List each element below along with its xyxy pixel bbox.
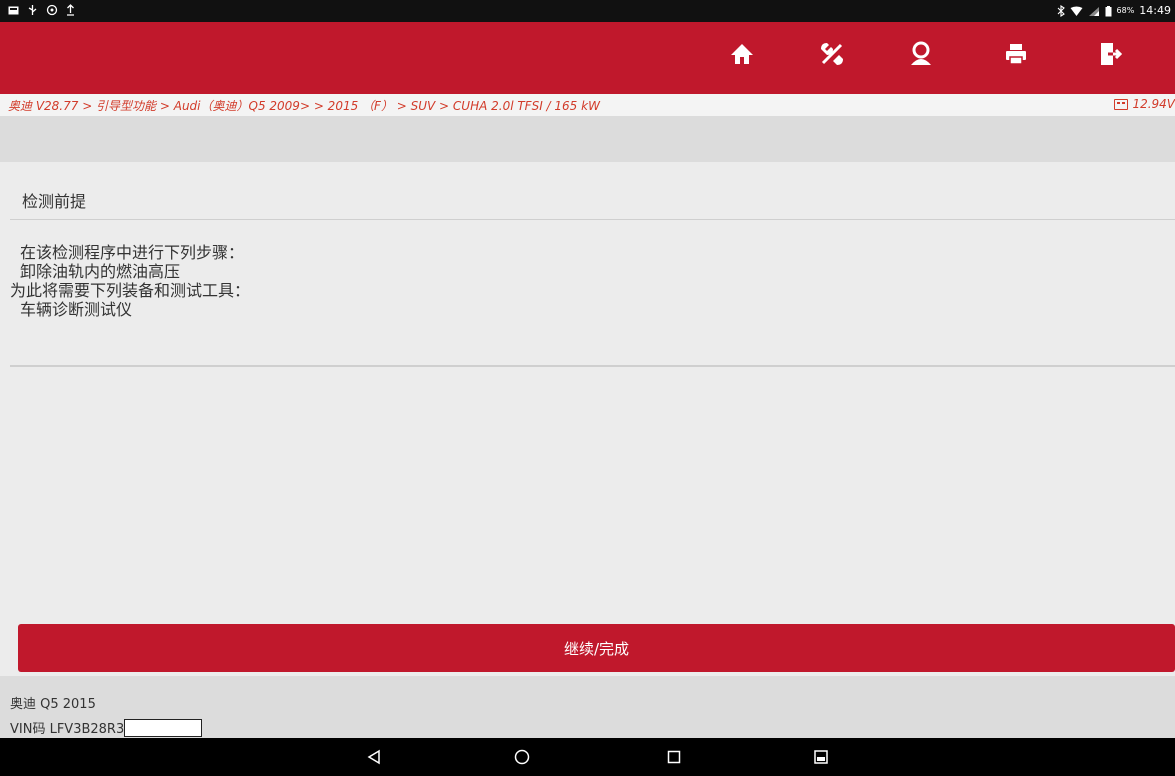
bluetooth-icon [1057,5,1065,17]
home-icon [731,44,753,64]
circle-home-icon [514,749,530,765]
breadcrumb-bar: 奥迪 V28.77 > 引导型功能 > Audi（奥迪）Q5 2009> > 2… [0,94,1175,116]
exit-button[interactable] [1087,36,1133,72]
user-button[interactable] [898,36,944,72]
signal-icon [1088,6,1099,16]
voltage-readout: 12.94V [1114,97,1175,111]
system-nav-bar [0,738,1175,776]
back-icon [367,749,380,765]
voltage-value: 12.94V [1132,97,1175,111]
vehicle-name: 奥迪 Q5 2015 [10,697,96,712]
instruction-line: 卸除油轨内的燃油高压 [20,262,181,281]
vin-redaction-box [124,718,203,737]
recents-button[interactable] [664,747,684,767]
recents-icon [667,750,681,764]
clock: 14:49 [1139,4,1171,17]
screenshot-button[interactable] [811,747,831,767]
continue-finish-button[interactable]: 继续/完成 [18,624,1175,672]
instruction-line: 车辆诊断测试仪 [20,300,133,319]
battery-icon [1114,98,1129,110]
upload-icon [67,4,74,16]
diagnose-tools-icon [821,43,843,65]
home-nav-button[interactable] [512,747,532,767]
vehicle-info-footer: 奥迪 Q5 2015 VIN码 LFV3B28R3 [0,676,1175,738]
battery-status-icon [1105,5,1112,16]
screenshot-icon [814,750,828,764]
settings-notif-icon [46,4,58,16]
top-toolbar [0,22,1175,94]
section-title: 检测前提 [22,192,87,211]
diagnose-tools-button[interactable] [809,36,855,72]
status-bar: 68% 14:49 [0,0,1175,22]
user-icon [911,41,931,65]
usb-icon [28,5,37,15]
vin-label: VIN码 LFV3B28R3 [10,722,125,737]
print-button[interactable] [993,36,1039,72]
home-button[interactable] [719,36,765,72]
vin-row: VIN码 LFV3B28R3 [10,718,203,737]
instruction-line: 为此将需要下列装备和测试工具： [10,281,251,300]
battery-percent: 68% [1116,6,1135,15]
instructions-panel: 在该检测程序中进行下列步骤： 卸除油轨内的燃油高压 为此将需要下列装备和测试工具… [10,221,1175,367]
instruction-line: 在该检测程序中进行下列步骤： [20,243,245,262]
wifi-icon [1070,6,1083,16]
exit-icon [1101,43,1122,65]
instructions-text: 在该检测程序中进行下列步骤： 卸除油轨内的燃油高压 为此将需要下列装备和测试工具… [10,243,250,319]
print-icon [1006,44,1026,65]
notification-icon [8,6,19,14]
section-header: 检测前提 [10,162,1175,220]
breadcrumb[interactable]: 奥迪 V28.77 > 引导型功能 > Audi（奥迪）Q5 2009> > 2… [8,97,600,114]
back-button[interactable] [364,747,384,767]
content-area [10,369,1175,618]
header-band [0,116,1175,162]
